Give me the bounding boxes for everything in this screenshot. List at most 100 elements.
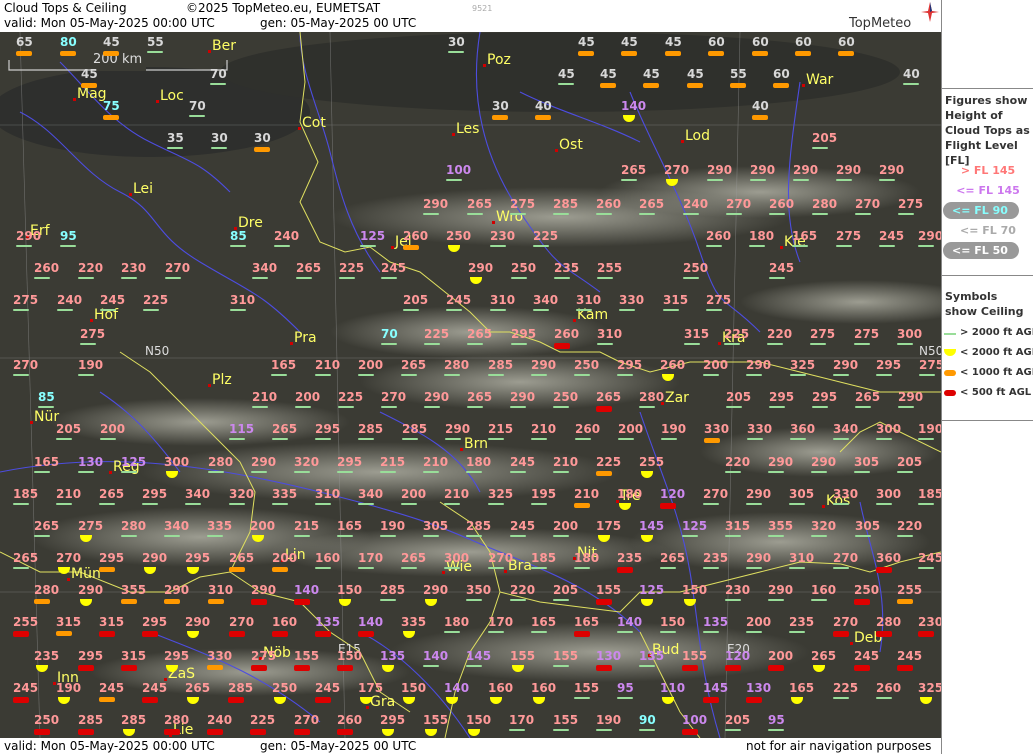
cloud-top-value[interactable]: 340: [833, 423, 858, 440]
cloud-top-value[interactable]: 295: [380, 714, 405, 736]
city-label[interactable]: Lod: [685, 128, 710, 144]
cloud-top-value[interactable]: 250: [553, 391, 578, 408]
cloud-top-value[interactable]: 210: [531, 423, 556, 440]
cloud-top-value[interactable]: 250: [683, 262, 708, 279]
cloud-top-value[interactable]: 275: [706, 294, 731, 311]
cloud-top-value[interactable]: 275: [836, 230, 861, 247]
cloud-top-value[interactable]: 155: [423, 714, 448, 736]
cloud-top-value[interactable]: 90: [639, 714, 656, 731]
cloud-top-value[interactable]: 135: [315, 616, 340, 637]
cloud-top-value[interactable]: 250: [511, 262, 536, 279]
cloud-top-value[interactable]: 330: [704, 423, 729, 443]
cloud-top-value[interactable]: 255: [597, 262, 622, 279]
cloud-top-value[interactable]: 245: [13, 682, 38, 703]
cloud-top-value[interactable]: 335: [272, 488, 297, 505]
cloud-top-value[interactable]: 265: [13, 552, 38, 569]
cloud-top-value[interactable]: 180: [466, 456, 491, 473]
cloud-top-value[interactable]: 205: [553, 584, 578, 601]
cloud-top-value[interactable]: 165: [789, 682, 814, 704]
cloud-top-value[interactable]: 235: [789, 616, 814, 633]
cloud-top-value[interactable]: 155: [510, 650, 535, 672]
cloud-top-value[interactable]: 125: [639, 584, 664, 606]
cloud-top-value[interactable]: 290: [750, 164, 775, 181]
cloud-top-value[interactable]: 290: [746, 488, 771, 505]
cloud-top-value[interactable]: 310: [208, 584, 233, 604]
cloud-top-value[interactable]: 80: [60, 36, 77, 56]
cloud-top-value[interactable]: 265: [229, 552, 254, 572]
cloud-top-value[interactable]: 315: [663, 294, 688, 311]
cloud-top-value[interactable]: 40: [535, 100, 552, 120]
cloud-top-value[interactable]: 290: [468, 262, 493, 284]
cloud-top-value[interactable]: 60: [708, 36, 725, 56]
cloud-top-value[interactable]: 185: [13, 488, 38, 505]
cloud-top-value[interactable]: 285: [78, 714, 103, 735]
cloud-top-value[interactable]: 260: [769, 198, 794, 215]
cloud-top-value[interactable]: 250: [574, 359, 599, 376]
cloud-top-value[interactable]: 45: [643, 68, 660, 88]
cloud-top-value[interactable]: 260: [575, 423, 600, 440]
cloud-top-value[interactable]: 290: [746, 359, 771, 376]
cloud-top-value[interactable]: 175: [596, 520, 621, 542]
cloud-top-value[interactable]: 230: [121, 262, 146, 279]
cloud-top-value[interactable]: 265: [296, 262, 321, 279]
cloud-top-value[interactable]: 310: [789, 552, 814, 569]
cloud-top-value[interactable]: 255: [639, 456, 664, 478]
cloud-top-value[interactable]: 360: [790, 423, 815, 440]
cloud-top-value[interactable]: 210: [574, 488, 599, 508]
cloud-top-value[interactable]: 60: [795, 36, 812, 56]
cloud-top-value[interactable]: 200: [553, 520, 578, 537]
cloud-top-value[interactable]: 95: [768, 714, 785, 731]
cloud-top-value[interactable]: 255: [13, 616, 38, 637]
cloud-top-value[interactable]: 245: [854, 650, 879, 671]
cloud-top-value[interactable]: 200: [746, 616, 771, 633]
cloud-top-value[interactable]: 210: [56, 488, 81, 505]
cloud-top-value[interactable]: 165: [574, 616, 599, 637]
cloud-top-value[interactable]: 190: [56, 682, 81, 704]
cloud-top-value[interactable]: 110: [660, 682, 685, 704]
cloud-top-value[interactable]: 165: [337, 520, 362, 537]
topmeteo-logo[interactable]: TopMeteo: [849, 16, 911, 31]
cloud-top-value[interactable]: 150: [682, 584, 707, 606]
cloud-top-value[interactable]: 290: [142, 552, 167, 574]
cloud-top-value[interactable]: 130: [746, 682, 771, 703]
cloud-top-value[interactable]: 290: [251, 584, 276, 605]
cloud-top-value[interactable]: 245: [99, 682, 124, 702]
cloud-top-value[interactable]: 220: [897, 520, 922, 537]
cloud-top-value[interactable]: 160: [811, 584, 836, 601]
cloud-top-value[interactable]: 225: [339, 262, 364, 279]
cloud-top-value[interactable]: 245: [510, 520, 535, 537]
cloud-top-value[interactable]: 265: [621, 164, 646, 181]
cloud-top-value[interactable]: 200: [295, 391, 320, 408]
cloud-top-value[interactable]: 45: [81, 68, 98, 88]
city-label[interactable]: Pra: [294, 330, 317, 346]
cloud-top-value[interactable]: 245: [918, 552, 941, 569]
city-label[interactable]: Cot: [302, 115, 326, 131]
cloud-top-value[interactable]: 270: [726, 198, 751, 215]
cloud-top-value[interactable]: 270: [488, 552, 513, 569]
cloud-top-value[interactable]: 240: [683, 198, 708, 215]
cloud-top-value[interactable]: 150: [660, 616, 685, 633]
cloud-top-value[interactable]: 260: [596, 198, 621, 215]
cloud-top-value[interactable]: 30: [211, 132, 228, 149]
cloud-top-value[interactable]: 70: [189, 100, 206, 117]
cloud-top-value[interactable]: 145: [703, 682, 728, 703]
cloud-top-value[interactable]: 320: [294, 456, 319, 473]
cloud-top-value[interactable]: 265: [401, 359, 426, 376]
cloud-top-value[interactable]: 255: [897, 584, 922, 604]
cloud-top-value[interactable]: 115: [229, 423, 254, 440]
cloud-top-value[interactable]: 290: [445, 423, 470, 440]
cloud-top-value[interactable]: 200: [250, 520, 275, 542]
cloud-top-value[interactable]: 295: [315, 423, 340, 440]
cloud-top-value[interactable]: 290: [531, 359, 556, 376]
cloud-top-value[interactable]: 45: [600, 68, 617, 88]
cloud-top-value[interactable]: 245: [381, 262, 406, 279]
cloud-top-value[interactable]: 245: [897, 650, 922, 671]
cloud-top-value[interactable]: 185: [531, 552, 556, 569]
cloud-top-value[interactable]: 290: [768, 584, 793, 601]
cloud-top-value[interactable]: 290: [423, 584, 448, 606]
cloud-top-value[interactable]: 280: [164, 714, 189, 735]
cloud-top-value[interactable]: 310: [576, 294, 601, 311]
cloud-top-value[interactable]: 75: [103, 100, 120, 120]
city-label[interactable]: Wro: [496, 209, 523, 225]
cloud-top-value[interactable]: 295: [99, 552, 124, 572]
